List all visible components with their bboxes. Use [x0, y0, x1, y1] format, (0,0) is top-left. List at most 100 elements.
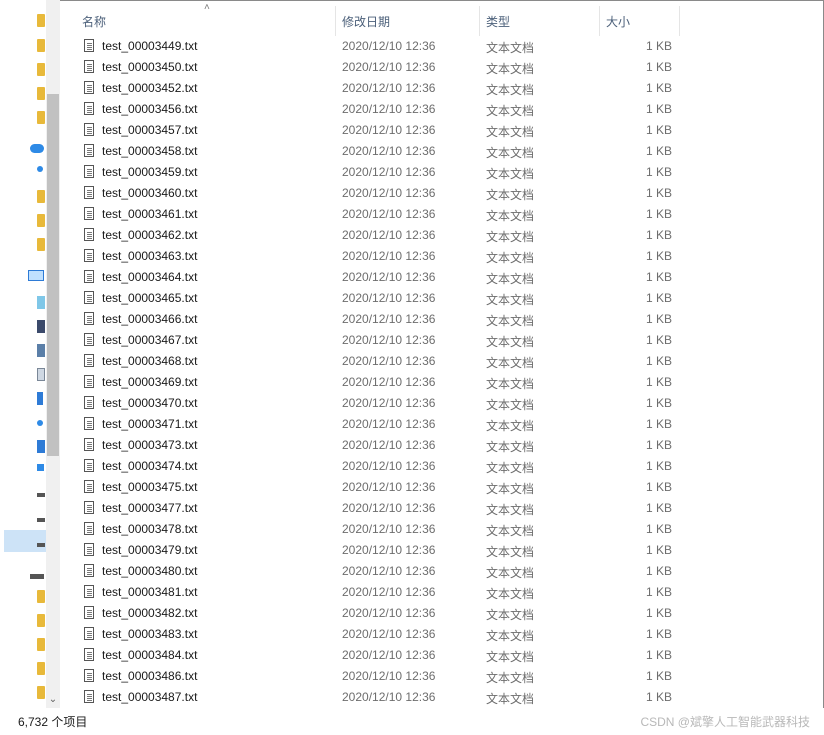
file-row[interactable]: test_00003486.txt 2020/12/10 12:36 文本文档 1 K…: [60, 666, 824, 687]
column-divider[interactable]: [335, 6, 336, 36]
file-row[interactable]: test_00003478.txt 2020/12/10 12:36 文本文档 1 K…: [60, 519, 824, 540]
folder-icon[interactable]: [37, 87, 45, 100]
file-row[interactable]: test_00003475.txt 2020/12/10 12:36 文本文档 1 K…: [60, 477, 824, 498]
music-icon[interactable]: [37, 420, 43, 426]
file-type: 文本文档: [486, 587, 535, 601]
file-type: 文本文档: [486, 62, 535, 76]
file-type: 文本文档: [486, 608, 535, 622]
file-row[interactable]: test_00003467.txt 2020/12/10 12:36 文本文档 1 K…: [60, 330, 824, 351]
text-file-icon: [84, 564, 94, 577]
column-name[interactable]: 名称: [82, 8, 106, 36]
text-file-icon: [84, 669, 94, 682]
file-row[interactable]: test_00003460.txt 2020/12/10 12:36 文本文档 1 K…: [60, 183, 824, 204]
network-drive-icon[interactable]: [30, 574, 44, 579]
file-type: 文本文档: [486, 104, 535, 118]
file-row[interactable]: test_00003481.txt 2020/12/10 12:36 文本文档 1 K…: [60, 582, 824, 603]
file-size: 1 KB: [645, 228, 672, 242]
folder-icon[interactable]: [37, 638, 45, 651]
file-type: 文本文档: [486, 314, 535, 328]
file-row[interactable]: test_00003463.txt 2020/12/10 12:36 文本文档 1 K…: [60, 246, 824, 267]
file-row[interactable]: test_00003458.txt 2020/12/10 12:36 文本文档 1 K…: [60, 141, 824, 162]
file-size: 1 KB: [645, 459, 672, 473]
file-row[interactable]: test_00003473.txt 2020/12/10 12:36 文本文档 1 K…: [60, 435, 824, 456]
file-row[interactable]: test_00003449.txt 2020/12/10 12:36 文本文档 1 K…: [60, 36, 824, 57]
scroll-down-icon[interactable]: ⌄: [46, 694, 60, 706]
folder-icon[interactable]: [37, 238, 45, 251]
file-name: test_00003461.txt: [102, 207, 198, 221]
folder-icon[interactable]: [37, 662, 45, 675]
desktop-icon[interactable]: [37, 440, 45, 453]
file-row[interactable]: test_00003468.txt 2020/12/10 12:36 文本文档 1 K…: [60, 351, 824, 372]
file-row[interactable]: test_00003450.txt 2020/12/10 12:36 文本文档 1 K…: [60, 57, 824, 78]
documents-icon[interactable]: [37, 368, 45, 381]
column-size[interactable]: 大小: [606, 8, 630, 36]
file-row[interactable]: test_00003456.txt 2020/12/10 12:36 文本文档 1 K…: [60, 99, 824, 120]
drive-icon[interactable]: [37, 518, 45, 522]
folder-icon[interactable]: [37, 614, 45, 627]
file-row[interactable]: test_00003457.txt 2020/12/10 12:36 文本文档 1 K…: [60, 120, 824, 141]
file-type: 文本文档: [486, 671, 535, 685]
file-type: 文本文档: [486, 650, 535, 664]
file-row[interactable]: test_00003469.txt 2020/12/10 12:36 文本文档 1 K…: [60, 372, 824, 393]
column-type[interactable]: 类型: [486, 8, 510, 36]
file-row[interactable]: test_00003471.txt 2020/12/10 12:36 文本文档 1 K…: [60, 414, 824, 435]
file-type: 文本文档: [486, 188, 535, 202]
file-size: 1 KB: [645, 375, 672, 389]
folder-icon[interactable]: [37, 14, 45, 27]
file-date: 2020/12/10 12:36: [342, 291, 436, 305]
text-file-icon: [84, 480, 94, 493]
music-icon[interactable]: [37, 166, 43, 172]
file-type: 文本文档: [486, 482, 535, 496]
column-divider[interactable]: [679, 6, 680, 36]
file-row[interactable]: test_00003482.txt 2020/12/10 12:36 文本文档 1 K…: [60, 603, 824, 624]
folder-icon[interactable]: [37, 214, 45, 227]
file-row[interactable]: test_00003459.txt 2020/12/10 12:36 文本文档 1 K…: [60, 162, 824, 183]
file-row[interactable]: test_00003487.txt 2020/12/10 12:36 文本文档 1 K…: [60, 687, 824, 708]
folder-icon[interactable]: [37, 590, 45, 603]
file-row[interactable]: test_00003462.txt 2020/12/10 12:36 文本文档 1 K…: [60, 225, 824, 246]
column-divider[interactable]: [599, 6, 600, 36]
selected-nav-item[interactable]: [4, 530, 46, 552]
drive-icon[interactable]: [37, 493, 45, 497]
file-type: 文本文档: [486, 524, 535, 538]
videos-icon[interactable]: [37, 320, 45, 333]
drive-icon[interactable]: [37, 543, 45, 547]
file-name: test_00003449.txt: [102, 39, 198, 53]
text-file-icon: [84, 144, 94, 157]
file-size: 1 KB: [645, 543, 672, 557]
file-date: 2020/12/10 12:36: [342, 564, 436, 578]
file-row[interactable]: test_00003477.txt 2020/12/10 12:36 文本文档 1 K…: [60, 498, 824, 519]
item-count: 6,732 个项目: [18, 715, 88, 729]
column-divider[interactable]: [479, 6, 480, 36]
file-row[interactable]: test_00003483.txt 2020/12/10 12:36 文本文档 1 K…: [60, 624, 824, 645]
folder-icon[interactable]: [37, 686, 45, 699]
file-row[interactable]: test_00003466.txt 2020/12/10 12:36 文本文档 1 K…: [60, 309, 824, 330]
file-date: 2020/12/10 12:36: [342, 39, 436, 53]
file-row[interactable]: test_00003474.txt 2020/12/10 12:36 文本文档 1 K…: [60, 456, 824, 477]
file-row[interactable]: test_00003479.txt 2020/12/10 12:36 文本文档 1 K…: [60, 540, 824, 561]
file-row[interactable]: test_00003480.txt 2020/12/10 12:36 文本文档 1 K…: [60, 561, 824, 582]
objects-3d-icon[interactable]: [37, 296, 45, 309]
file-row[interactable]: test_00003452.txt 2020/12/10 12:36 文本文档 1 K…: [60, 78, 824, 99]
folder-icon[interactable]: [37, 63, 45, 76]
file-row[interactable]: test_00003465.txt 2020/12/10 12:36 文本文档 1 K…: [60, 288, 824, 309]
file-row[interactable]: test_00003461.txt 2020/12/10 12:36 文本文档 1 K…: [60, 204, 824, 225]
file-row[interactable]: test_00003470.txt 2020/12/10 12:36 文本文档 1 K…: [60, 393, 824, 414]
onedrive-icon[interactable]: [30, 144, 44, 153]
downloads-icon[interactable]: [37, 392, 43, 405]
file-name: test_00003471.txt: [102, 417, 198, 431]
file-size: 1 KB: [645, 249, 672, 263]
folder-icon[interactable]: [37, 39, 45, 52]
file-row[interactable]: test_00003484.txt 2020/12/10 12:36 文本文档 1 K…: [60, 645, 824, 666]
column-date[interactable]: 修改日期: [342, 8, 390, 36]
windows-drive-icon[interactable]: [37, 464, 44, 471]
file-row[interactable]: test_00003464.txt 2020/12/10 12:36 文本文档 1 K…: [60, 267, 824, 288]
status-bar: 6,732 个项目 CSDN @斌擎人工智能武器科技: [0, 708, 824, 735]
folder-icon[interactable]: [37, 190, 45, 203]
this-pc-icon[interactable]: [28, 270, 44, 281]
pictures-icon[interactable]: [37, 344, 45, 357]
text-file-icon: [84, 249, 94, 262]
text-file-icon: [84, 123, 94, 136]
nav-scrollbar-thumb[interactable]: [47, 94, 59, 456]
folder-icon[interactable]: [37, 111, 45, 124]
